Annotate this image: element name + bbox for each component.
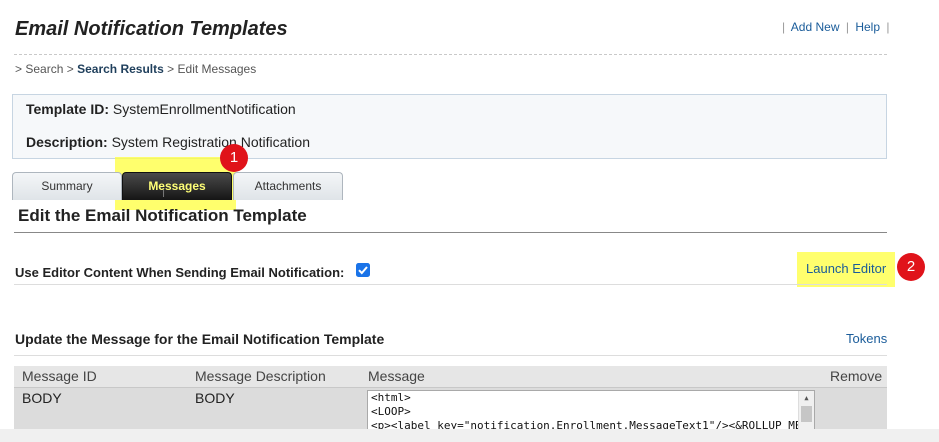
description-row: Description: System Registration Notific… bbox=[26, 134, 310, 150]
message-id-cell: BODY bbox=[22, 390, 62, 406]
message-description-cell: BODY bbox=[195, 390, 235, 406]
column-header-message-id: Message ID bbox=[22, 368, 97, 384]
messages-section-heading: Update the Message for the Email Notific… bbox=[15, 331, 385, 347]
use-editor-checkbox[interactable] bbox=[356, 263, 370, 277]
template-id-value: SystemEnrollmentNotification bbox=[112, 101, 296, 117]
annotation-badge-2: 2 bbox=[897, 253, 925, 281]
edit-section-heading: Edit the Email Notification Template bbox=[18, 206, 307, 225]
column-header-message: Message bbox=[368, 368, 425, 384]
breadcrumb: > Search > Search Results > Edit Message… bbox=[15, 62, 256, 76]
messages-table-header: Message ID Message Description Message R… bbox=[14, 366, 887, 388]
breadcrumb-sep: > bbox=[66, 62, 74, 76]
use-editor-divider bbox=[14, 284, 887, 285]
breadcrumb-search-results[interactable]: Search Results bbox=[77, 62, 164, 76]
message-line: <LOOP> bbox=[371, 405, 411, 418]
edit-section-rule bbox=[14, 232, 887, 233]
help-link[interactable]: Help bbox=[855, 20, 880, 34]
description-label: Description: bbox=[26, 134, 108, 150]
breadcrumb-search[interactable]: Search bbox=[25, 62, 63, 76]
use-editor-label: Use Editor Content When Sending Email No… bbox=[15, 265, 345, 280]
checkbox-checked-icon bbox=[356, 263, 370, 277]
message-line: <p><label key="notification.Enrollment.M… bbox=[371, 419, 815, 429]
header-separator: | bbox=[845, 20, 849, 34]
column-header-message-description: Message Description bbox=[195, 368, 326, 384]
add-new-link[interactable]: Add New bbox=[791, 20, 840, 34]
page-title: Email Notification Templates bbox=[15, 18, 288, 40]
breadcrumb-sep: > bbox=[167, 62, 175, 76]
template-id-row: Template ID: SystemEnrollmentNotificatio… bbox=[26, 101, 296, 117]
breadcrumb-prefix: > bbox=[15, 62, 23, 76]
header-separator: | bbox=[782, 20, 786, 34]
scroll-up-icon[interactable]: ▲ bbox=[799, 391, 814, 405]
description-value: System Registration Notification bbox=[111, 134, 310, 150]
message-textarea[interactable]: <html> <LOOP> <p><label key="notificatio… bbox=[367, 390, 815, 429]
header-links: | Add New | Help | bbox=[779, 20, 892, 34]
messages-section-rule bbox=[14, 355, 887, 356]
header-divider bbox=[14, 54, 887, 55]
tab-messages[interactable]: Messages bbox=[122, 172, 232, 200]
breadcrumb-current: Edit Messages bbox=[177, 62, 257, 76]
message-line: <html> bbox=[371, 391, 411, 404]
text-cursor-icon: I bbox=[162, 188, 166, 200]
tab-summary[interactable]: Summary bbox=[12, 172, 122, 200]
tokens-link[interactable]: Tokens bbox=[846, 331, 887, 346]
page: Email Notification Templates | Add New |… bbox=[0, 0, 939, 429]
scroll-thumb[interactable] bbox=[801, 406, 812, 422]
launch-editor-link[interactable]: Launch Editor bbox=[806, 261, 886, 276]
template-info-box: Template ID: SystemEnrollmentNotificatio… bbox=[12, 94, 887, 159]
tab-attachments[interactable]: Attachments bbox=[233, 172, 343, 200]
column-header-remove: Remove bbox=[830, 368, 883, 384]
message-scrollbar[interactable]: ▲ bbox=[798, 391, 814, 429]
annotation-badge-1: 1 bbox=[220, 144, 248, 172]
template-id-label: Template ID: bbox=[26, 101, 109, 117]
header-separator: | bbox=[886, 20, 890, 34]
